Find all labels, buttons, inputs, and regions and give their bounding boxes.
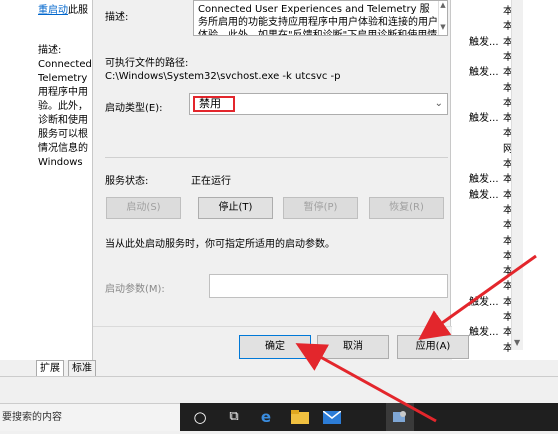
services-app-icon[interactable] <box>386 403 414 431</box>
startup-type-select[interactable]: 禁用 ⌄ <box>189 93 448 115</box>
status-bar <box>0 376 558 403</box>
left-desc-line: 诊断和使用 <box>38 115 88 126</box>
description-scrollbar[interactable]: ▲ ▼ <box>438 1 447 35</box>
services-description-pane: 重启动此服 描述: Connected Telemetry 用程序中用验。此外， 诊断… <box>0 0 92 360</box>
start-button[interactable]: 启动(S) <box>106 197 181 219</box>
startup-type-value: 禁用 <box>193 96 235 112</box>
left-desc-text: Connected Telemetry 用程序中用验。此外， 诊断和使用服务可以根情况… <box>38 58 92 170</box>
cortana-icon[interactable]: ○ <box>186 403 214 431</box>
service-row-trigger[interactable]: 触发... <box>469 109 499 124</box>
startup-param-hint: 当从此处启动服务时，你可指定所适用的启动参数。 <box>105 239 335 250</box>
scroll-down-icon[interactable]: ▼ <box>439 23 447 31</box>
description-label: 描述: <box>105 12 129 23</box>
tab-extended[interactable]: 扩展 <box>36 360 64 376</box>
left-desc-line: 情况信息的 <box>38 143 88 154</box>
service-row-trigger[interactable]: 触发... <box>469 293 499 308</box>
divider <box>105 157 448 158</box>
task-view-icon[interactable]: ⧉ <box>220 403 248 431</box>
left-desc-line: Telemetry <box>38 73 88 84</box>
restart-link-suffix: 此服 <box>68 5 88 16</box>
stop-button[interactable]: 停止(T) <box>198 197 273 219</box>
mail-icon[interactable] <box>318 403 346 431</box>
service-status-value: 正在运行 <box>191 176 231 187</box>
resume-button[interactable]: 恢复(R) <box>369 197 444 219</box>
apply-button[interactable]: 应用(A) <box>397 335 469 359</box>
left-desc-label: 描述: <box>38 45 62 56</box>
restart-service-link[interactable]: 重启动 <box>38 5 68 16</box>
scroll-down-icon[interactable]: ▼ <box>514 338 520 347</box>
description-text: Connected User Experiences and Telemetry… <box>198 4 438 36</box>
service-row-trigger[interactable]: 触发... <box>469 33 499 48</box>
service-row-trigger[interactable]: 触发... <box>469 63 499 78</box>
pause-button[interactable]: 暂停(P) <box>283 197 358 219</box>
restart-link-line: 重启动此服 <box>38 4 88 18</box>
tab-standard[interactable]: 标准 <box>68 360 96 376</box>
left-desc-line: Connected <box>38 59 92 70</box>
edge-icon[interactable]: e <box>252 403 280 431</box>
left-desc-line: 用程序中用 <box>38 87 88 98</box>
exe-path-label: 可执行文件的路径: <box>105 58 189 69</box>
cancel-button[interactable]: 取消 <box>317 335 389 359</box>
service-status-label: 服务状态: <box>105 176 149 187</box>
startup-type-label: 启动类型(E): <box>105 103 163 114</box>
service-properties-dialog: 描述: Connected User Experiences and Telem… <box>92 0 469 364</box>
startup-param-label: 启动参数(M): <box>105 284 165 295</box>
service-row-trigger[interactable]: 触发... <box>469 186 499 201</box>
scroll-up-icon[interactable]: ▲ <box>439 1 447 9</box>
description-text-box[interactable]: Connected User Experiences and Telemetry… <box>193 0 448 36</box>
services-list-columns: 本本触发... 本本触发... 本本本触发... 本本网本触发... 本触发... 本本本… <box>451 0 558 360</box>
chevron-down-icon[interactable]: ⌄ <box>435 98 443 109</box>
exe-path-value: C:\Windows\System32\svchost.exe -k utcsv… <box>105 71 341 82</box>
dialog-footer: 确定 取消 应用(A) <box>93 326 469 364</box>
left-desc-line: 服务可以根 <box>38 129 88 140</box>
file-explorer-icon[interactable] <box>286 403 314 431</box>
startup-param-input[interactable] <box>209 274 448 298</box>
service-row-trigger[interactable]: 触发... <box>469 323 499 338</box>
service-row-trigger[interactable]: 触发... <box>469 170 499 185</box>
left-desc-line: 验。此外， <box>38 101 88 112</box>
taskbar-search-box[interactable]: 要搜索的内容 <box>0 403 180 431</box>
left-desc-line: Windows <box>38 157 83 168</box>
view-tabs: 扩展 标准 <box>30 360 110 376</box>
list-scrollbar[interactable]: ▼ <box>511 0 523 350</box>
ok-button[interactable]: 确定 <box>239 335 311 359</box>
